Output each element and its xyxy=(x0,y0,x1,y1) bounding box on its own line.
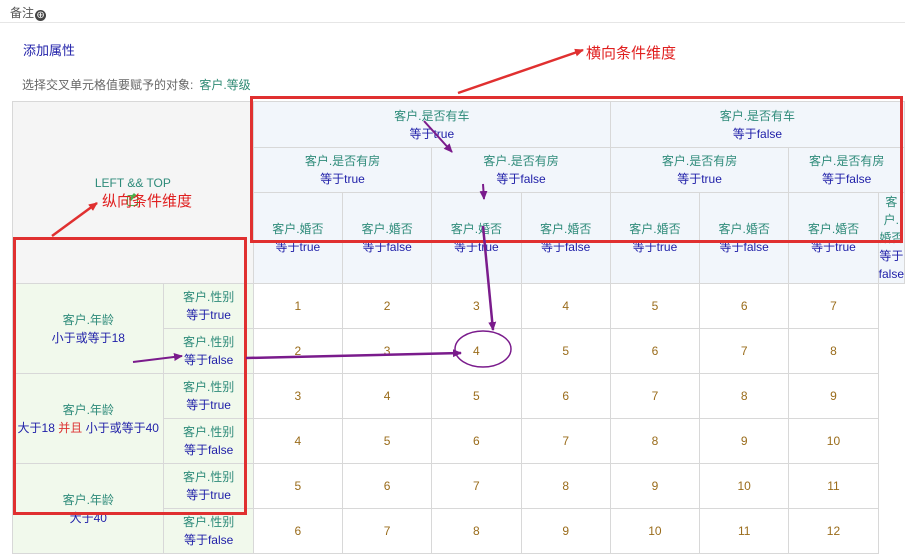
purple-arrow-age-to-gender xyxy=(132,353,183,363)
value-cell[interactable]: 9 xyxy=(520,508,611,554)
left-header-gender[interactable]: 客户.性别等于false xyxy=(163,508,254,554)
red-arrow-vertical xyxy=(51,201,98,238)
purple-arrow-married-to-cell xyxy=(481,225,497,331)
purple-arrow-gender-to-cell xyxy=(245,349,462,360)
value-cell[interactable]: 11 xyxy=(699,508,790,554)
value-cell[interactable]: 7 xyxy=(341,508,433,554)
value-cell[interactable]: 6 xyxy=(252,508,344,554)
value-cell[interactable]: 10 xyxy=(609,508,701,554)
target-cell-circle xyxy=(454,330,512,368)
value-cell[interactable]: 8 xyxy=(431,508,522,554)
annotation-arrows xyxy=(51,48,584,368)
value-cell[interactable]: 12 xyxy=(788,508,879,554)
purple-arrow-car-to-house xyxy=(423,120,453,153)
header-name: 客户.性别 xyxy=(182,515,235,529)
purple-arrow-house-to-married xyxy=(479,183,488,200)
red-arrow-horizontal xyxy=(457,48,584,95)
header-cond: 等于false xyxy=(183,533,234,547)
